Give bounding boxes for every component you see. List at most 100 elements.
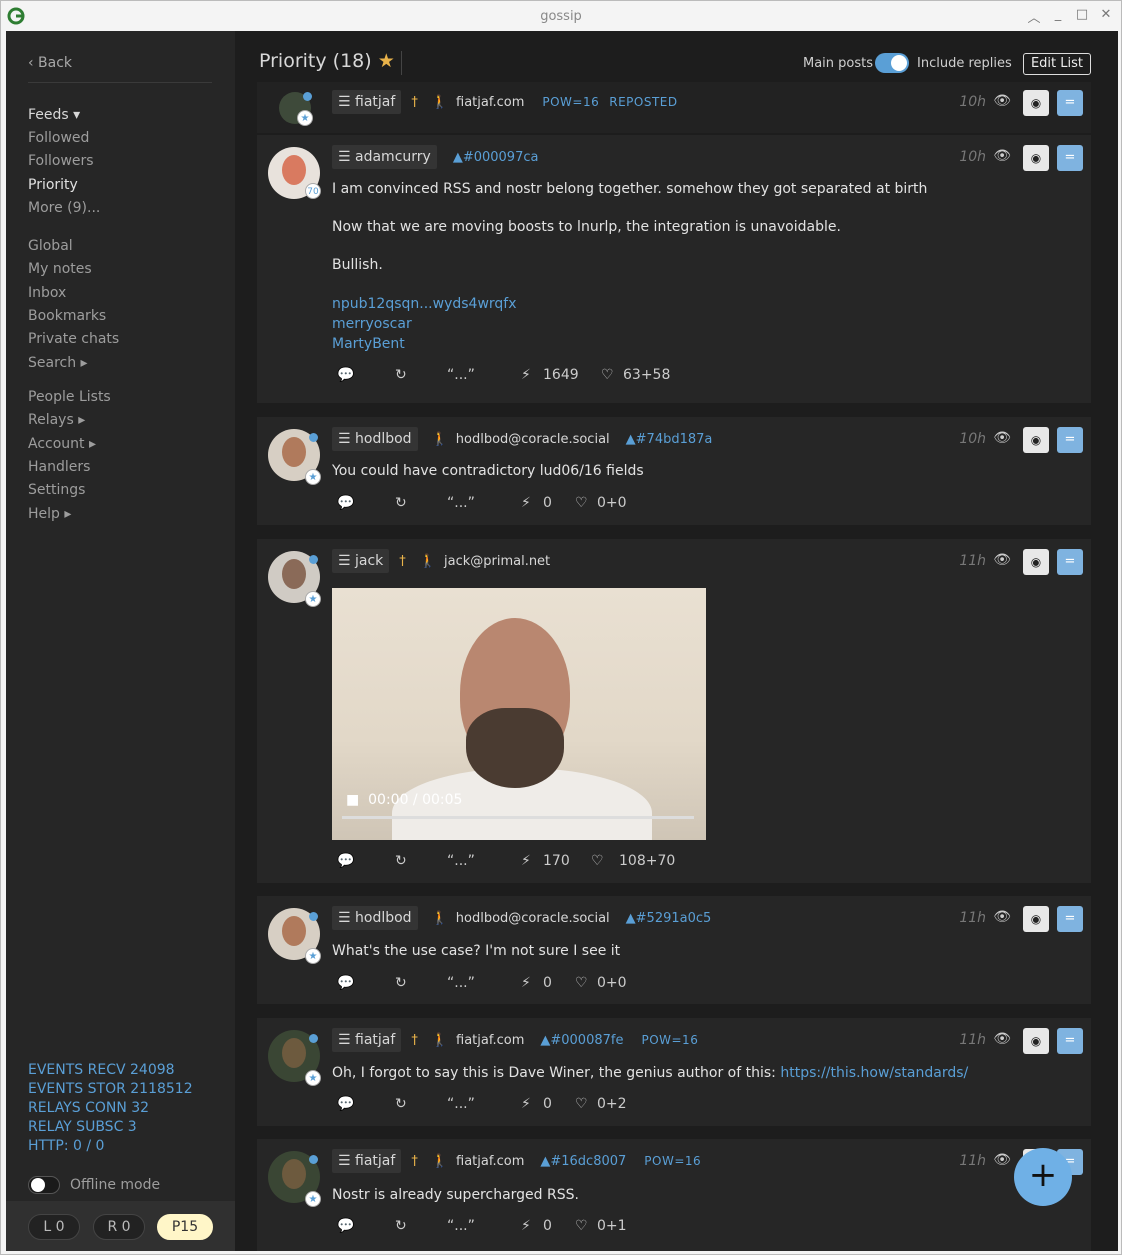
local-pill[interactable]: L 0 — [28, 1214, 80, 1240]
record-icon[interactable]: ◉ — [1023, 427, 1049, 453]
eye-icon[interactable]: 👁 — [993, 552, 1011, 568]
sidebar-item-inbox[interactable]: Inbox — [28, 283, 66, 303]
menu-button[interactable]: = — [1057, 90, 1083, 116]
sidebar-item-search[interactable]: Search ▸ — [28, 353, 88, 373]
mention-link[interactable]: MartyBent — [332, 334, 927, 354]
author-name[interactable]: ☰ adamcurry — [332, 145, 437, 169]
post-link[interactable]: https://this.how/standards/ — [780, 1065, 968, 1081]
sidebar-item-settings[interactable]: Settings — [28, 480, 85, 500]
maximize-icon[interactable]: □ — [1075, 7, 1089, 26]
sidebar-item-followed[interactable]: Followed — [28, 128, 89, 148]
zap-icon[interactable]: ⚡ — [521, 1096, 543, 1112]
author-name[interactable]: ☰ hodlbod — [332, 427, 418, 451]
author-name[interactable]: ☰ fiatjaf — [332, 90, 402, 114]
replies-toggle[interactable] — [875, 53, 909, 73]
eye-icon[interactable]: 👁 — [993, 93, 1011, 109]
record-icon[interactable]: ◉ — [1023, 549, 1049, 575]
zap-icon[interactable]: ⚡ — [521, 975, 543, 991]
quote-icon[interactable]: “...” — [447, 1096, 521, 1112]
post-time[interactable]: 10h — [959, 94, 986, 110]
sidebar-item-followers[interactable]: Followers — [28, 151, 94, 171]
quote-icon[interactable]: “...” — [447, 853, 521, 869]
sidebar-item-priority[interactable]: Priority — [28, 175, 78, 195]
like-icon[interactable]: ♡ — [575, 495, 597, 511]
repost-icon[interactable]: ↻ — [395, 495, 447, 511]
reply-icon[interactable]: 💬 — [337, 1218, 395, 1234]
repost-icon[interactable]: ↻ — [395, 1096, 447, 1112]
eye-icon[interactable]: 👁 — [993, 1152, 1011, 1168]
sidebar-item-help[interactable]: Help ▸ — [28, 504, 71, 524]
reply-icon[interactable]: 💬 — [337, 975, 395, 991]
chevron-up-icon[interactable]: ︿ — [1027, 7, 1041, 26]
mention-link[interactable]: npub12qsqn...wyds4wrqfx — [332, 294, 927, 314]
sidebar-item-people-lists[interactable]: People Lists — [28, 387, 111, 407]
like-icon[interactable]: ♡ — [591, 853, 619, 869]
quote-icon[interactable]: “...” — [447, 495, 521, 511]
author-name[interactable]: ☰ fiatjaf — [332, 1149, 402, 1173]
like-icon[interactable]: ♡ — [575, 1218, 597, 1234]
relay-pill[interactable]: R 0 — [93, 1214, 145, 1240]
quote-icon[interactable]: “...” — [447, 1218, 521, 1234]
sidebar-item-global[interactable]: Global — [28, 236, 73, 256]
post-time[interactable]: 10h — [959, 431, 986, 447]
reply-icon[interactable]: 💬 — [337, 853, 395, 869]
record-icon[interactable]: ◉ — [1023, 1028, 1049, 1054]
zap-icon[interactable]: ⚡ — [521, 853, 543, 869]
priority-pill[interactable]: P15 — [157, 1214, 213, 1240]
author-name[interactable]: ☰ jack — [332, 549, 390, 573]
record-icon[interactable]: ◉ — [1023, 145, 1049, 171]
edit-list-button[interactable]: Edit List — [1023, 53, 1091, 75]
sidebar-item-private-chats[interactable]: Private chats — [28, 329, 119, 349]
video-progress[interactable] — [342, 816, 694, 819]
author-name[interactable]: ☰ hodlbod — [332, 906, 418, 930]
like-icon[interactable]: ♡ — [575, 1096, 597, 1112]
event-id[interactable]: ▲#16dc8007 — [540, 1154, 626, 1169]
zap-icon[interactable]: ⚡ — [521, 1218, 543, 1234]
post-time[interactable]: 11h — [959, 1153, 986, 1169]
video-player[interactable]: ■ 00:00 / 00:05 — [332, 588, 706, 840]
menu-button[interactable]: = — [1057, 549, 1083, 575]
post-time[interactable]: 11h — [959, 553, 986, 569]
close-icon[interactable]: ✕ — [1099, 7, 1113, 26]
back-button[interactable]: ‹ Back — [28, 55, 72, 71]
menu-button[interactable]: = — [1057, 1028, 1083, 1054]
sidebar-item-handlers[interactable]: Handlers — [28, 457, 90, 477]
sidebar-item-account[interactable]: Account ▸ — [28, 434, 96, 454]
sidebar-item-more[interactable]: More (9)... — [28, 198, 100, 218]
offline-mode-toggle[interactable] — [28, 1176, 60, 1194]
video-controls[interactable]: ■ 00:00 / 00:05 — [346, 792, 462, 808]
event-id[interactable]: ▲#000097ca — [453, 150, 539, 165]
menu-button[interactable]: = — [1057, 906, 1083, 932]
eye-icon[interactable]: 👁 — [993, 148, 1011, 164]
record-icon[interactable]: ◉ — [1023, 90, 1049, 116]
event-id[interactable]: ▲#5291a0c5 — [626, 911, 712, 926]
sidebar-item-feeds[interactable]: Feeds ▾ — [28, 105, 80, 125]
sidebar-item-bookmarks[interactable]: Bookmarks — [28, 306, 106, 326]
menu-button[interactable]: = — [1057, 145, 1083, 171]
minimize-icon[interactable]: _ — [1051, 7, 1065, 26]
repost-icon[interactable]: ↻ — [395, 1218, 447, 1234]
quote-icon[interactable]: “...” — [447, 367, 521, 383]
zap-icon[interactable]: ⚡ — [521, 495, 543, 511]
stop-icon[interactable]: ■ — [346, 792, 359, 808]
repost-icon[interactable]: ↻ — [395, 975, 447, 991]
sidebar-item-relays[interactable]: Relays ▸ — [28, 410, 85, 430]
post-time[interactable]: 10h — [959, 149, 986, 165]
eye-icon[interactable]: 👁 — [993, 1031, 1011, 1047]
reply-icon[interactable]: 💬 — [337, 1096, 395, 1112]
new-post-button[interactable]: + — [1014, 1148, 1072, 1206]
event-id[interactable]: ▲#000087fe — [540, 1033, 623, 1048]
eye-icon[interactable]: 👁 — [993, 909, 1011, 925]
post-time[interactable]: 11h — [959, 1032, 986, 1048]
author-name[interactable]: ☰ fiatjaf — [332, 1028, 402, 1052]
menu-button[interactable]: = — [1057, 427, 1083, 453]
like-icon[interactable]: ♡ — [575, 975, 597, 991]
repost-icon[interactable]: ↻ — [395, 367, 447, 383]
quote-icon[interactable]: “...” — [447, 975, 521, 991]
mention-link[interactable]: merryoscar — [332, 314, 927, 334]
reply-icon[interactable]: 💬 — [337, 495, 395, 511]
sidebar-item-my-notes[interactable]: My notes — [28, 259, 92, 279]
post-time[interactable]: 11h — [959, 910, 986, 926]
record-icon[interactable]: ◉ — [1023, 906, 1049, 932]
zap-icon[interactable]: ⚡ — [521, 367, 543, 383]
